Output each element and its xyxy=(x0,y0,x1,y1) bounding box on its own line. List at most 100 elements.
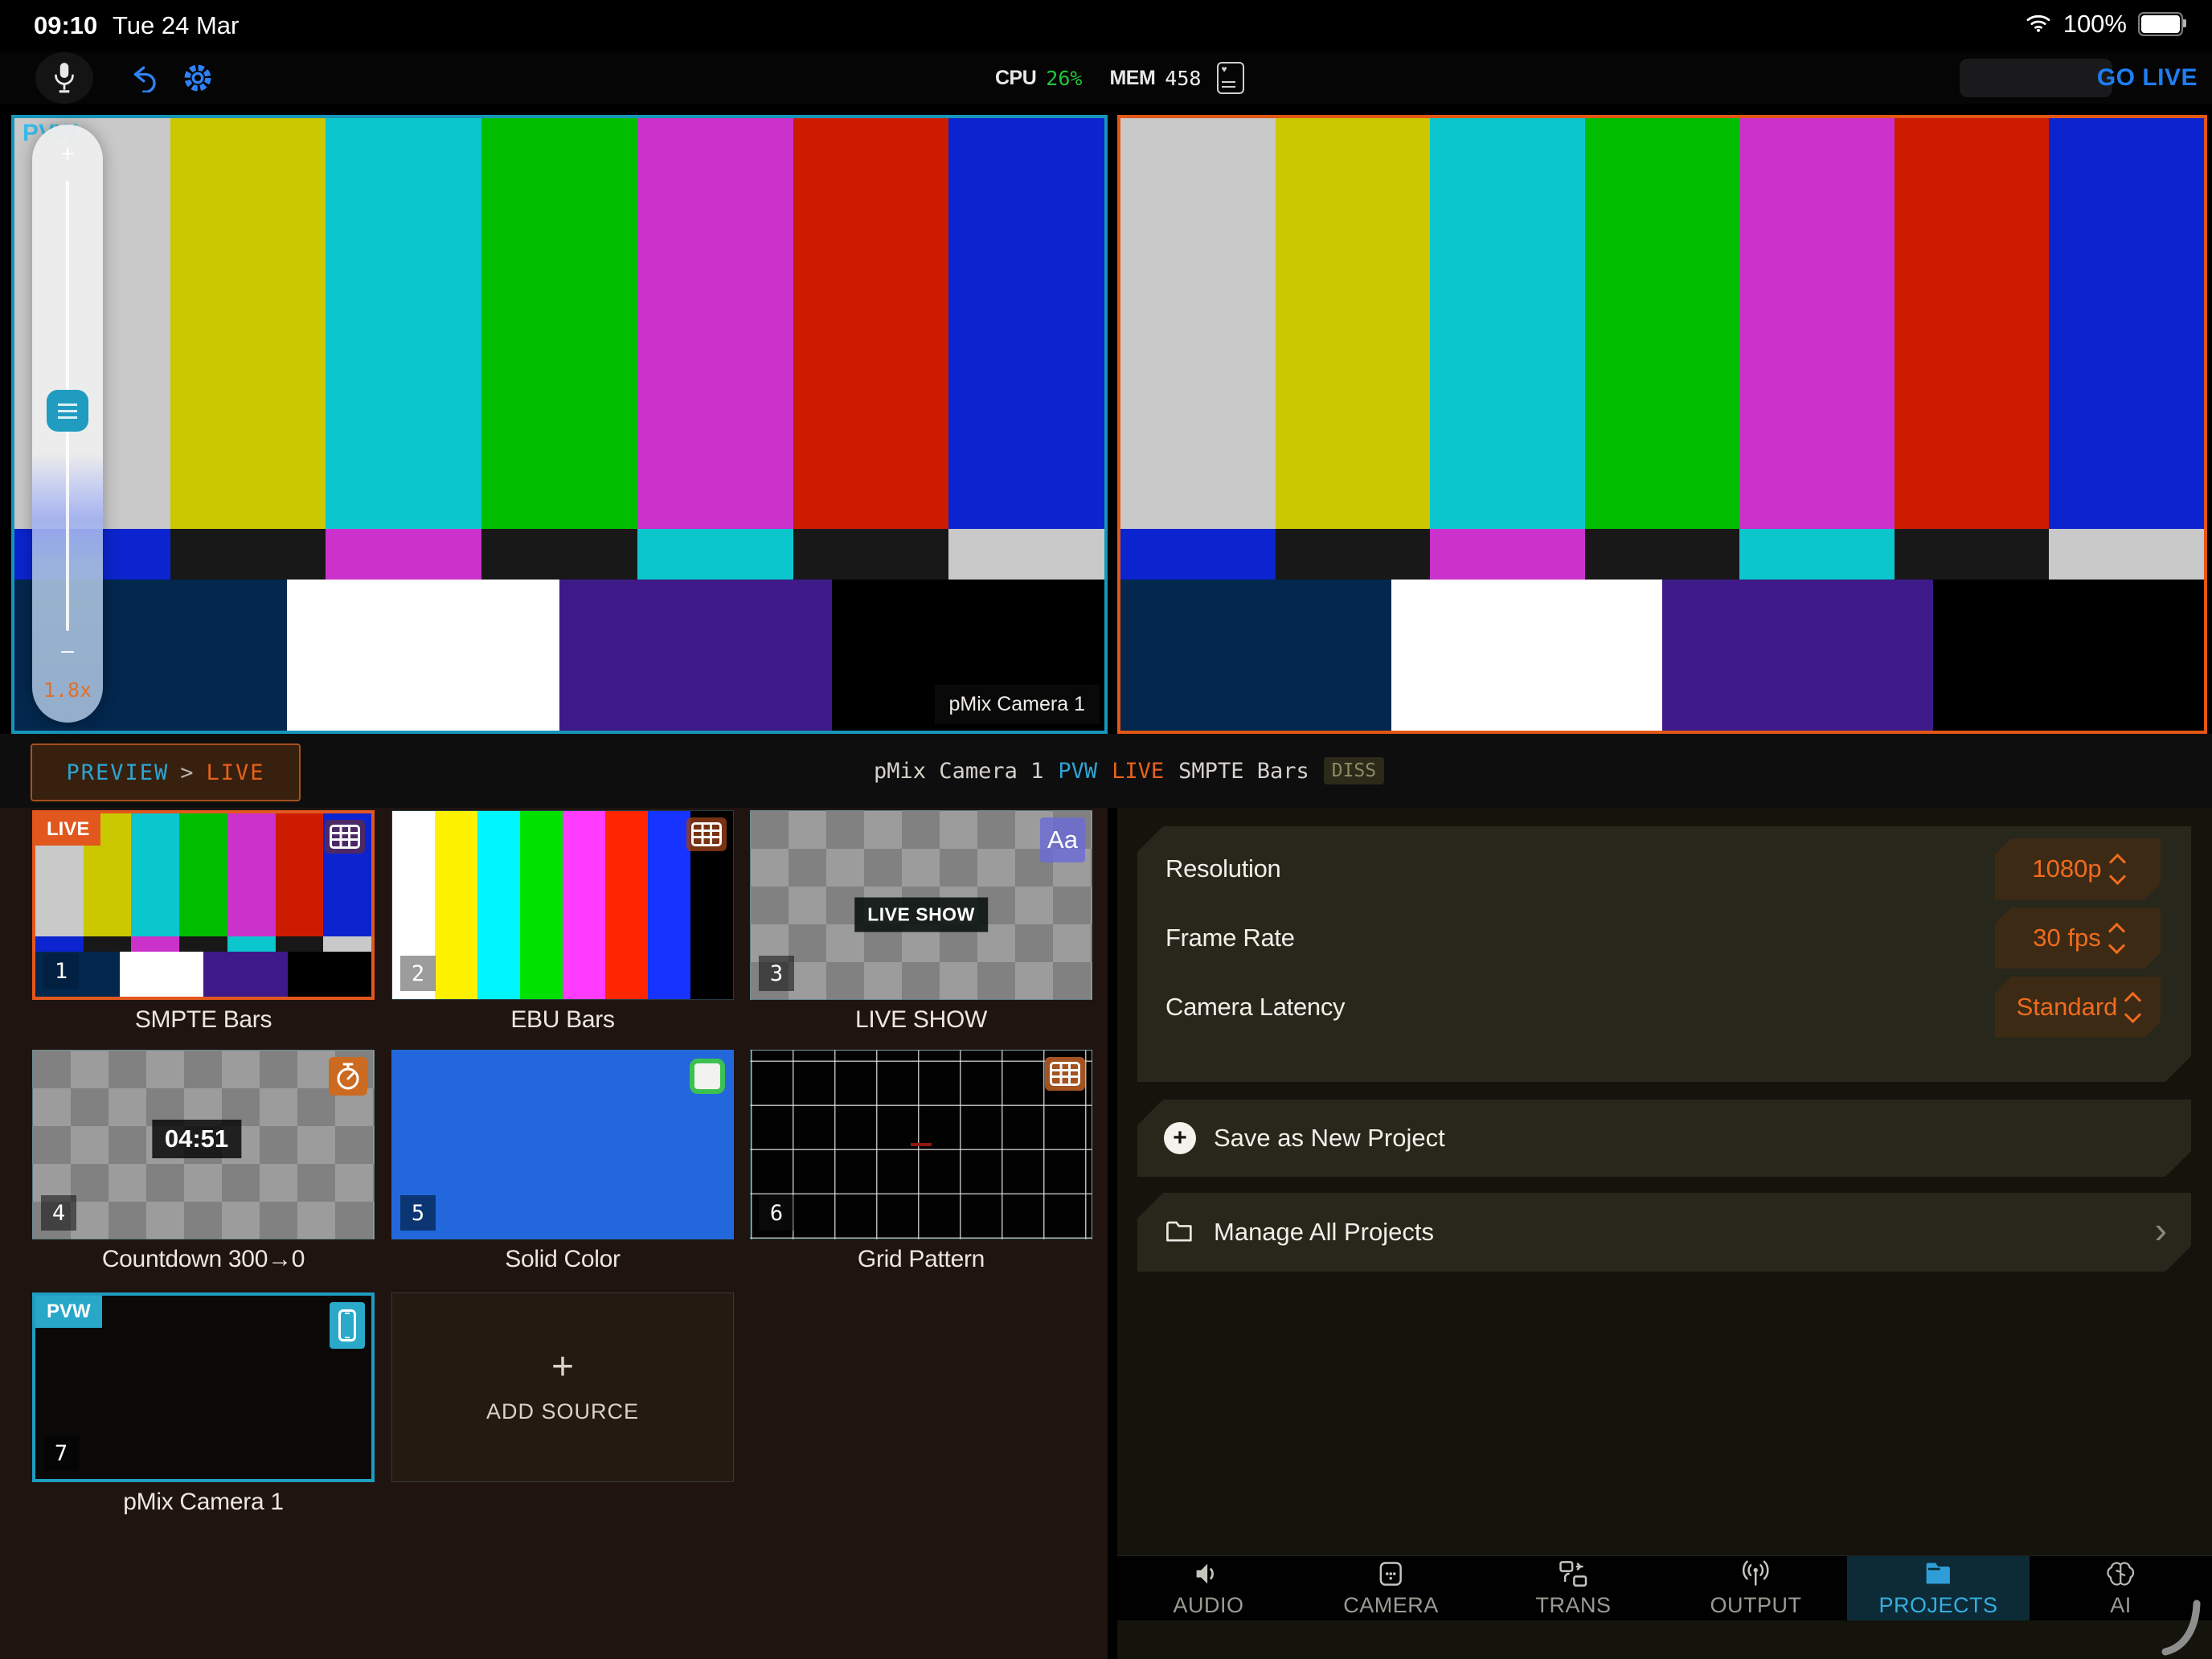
arrow-label: > xyxy=(180,760,195,785)
transition-icon xyxy=(1557,1559,1590,1588)
smpte-middle-bars xyxy=(1120,529,2204,580)
cpu-label: CPU xyxy=(995,67,1036,90)
frame-rate-label: Frame Rate xyxy=(1165,924,1295,952)
go-live-button[interactable]: GO LIVE xyxy=(2091,51,2204,104)
source-label: pMix Camera 1 xyxy=(32,1489,375,1516)
live-badge: LIVE xyxy=(35,813,100,846)
text-overlay: LIVE SHOW xyxy=(854,897,988,932)
frame-rate-select[interactable]: 30 fps xyxy=(1995,907,2161,969)
app-root: 09:10 Tue 24 Mar 100% xyxy=(0,0,2212,1659)
source-label: SMPTE Bars xyxy=(32,1006,375,1034)
preview-label: PREVIEW xyxy=(66,760,169,785)
source-label: LIVE SHOW xyxy=(750,1006,1092,1034)
color-swatch-icon xyxy=(690,1059,725,1094)
zoom-level-value: 1.8x xyxy=(32,678,103,702)
frame-rate-value: 30 fps xyxy=(2033,924,2100,952)
countdown-value: 04:51 xyxy=(152,1120,241,1158)
zoom-in-label: + xyxy=(32,141,103,168)
program-video xyxy=(1120,118,2204,731)
source-label: Countdown 300→0 xyxy=(32,1246,375,1273)
microphone-button[interactable] xyxy=(35,52,93,104)
folder-icon xyxy=(1164,1217,1196,1248)
mem-label: MEM xyxy=(1109,67,1155,90)
smpte-top-bars xyxy=(1120,118,2204,529)
source-label: Solid Color xyxy=(391,1246,734,1273)
camera-latency-value: Standard xyxy=(2017,993,2118,1022)
smpte-top-bars xyxy=(14,118,1104,529)
microphone-icon xyxy=(52,61,76,95)
project-settings-card: Resolution 1080p Frame Rate 30 fps Camer… xyxy=(1137,826,2191,1082)
tab-audio[interactable]: AUDIO xyxy=(1117,1556,1300,1620)
source-number: 4 xyxy=(41,1195,76,1231)
text-source-icon: Aa xyxy=(1040,817,1085,862)
program-monitor[interactable] xyxy=(1117,115,2207,734)
live-label: LIVE xyxy=(207,760,265,785)
corner-swoosh xyxy=(2159,1597,2204,1657)
camera-zoom-slider[interactable]: + – 1.8x xyxy=(32,125,103,723)
source-number: 5 xyxy=(400,1195,436,1231)
status-transition-badge[interactable]: DISS xyxy=(1324,757,1384,784)
test-pattern-icon xyxy=(1045,1057,1085,1091)
projects-panel: Resolution 1080p Frame Rate 30 fps Camer… xyxy=(1117,808,2212,1659)
camera-latency-select[interactable]: Standard xyxy=(1995,977,2161,1038)
stream-title-field[interactable] xyxy=(1960,59,2112,97)
clock-time: 09:10 xyxy=(34,11,97,40)
preview-source-label: pMix Camera 1 xyxy=(935,685,1100,724)
plus-icon: + xyxy=(551,1351,574,1383)
mixer-status-line: pMix Camera 1 PVW LIVE SMPTE Bars DISS xyxy=(874,734,1384,808)
status-pvw: PVW xyxy=(1058,759,1097,784)
save-as-new-project-button[interactable]: + Save as New Project xyxy=(1137,1100,2191,1177)
add-source-tile[interactable]: + ADD SOURCE xyxy=(391,1292,734,1482)
source-tile-solid-color[interactable]: 5 Solid Color xyxy=(391,1050,734,1273)
camera-latency-label: Camera Latency xyxy=(1165,993,1345,1022)
tab-camera[interactable]: CAMERA xyxy=(1300,1556,1482,1620)
preview-to-live-button[interactable]: PREVIEW > LIVE xyxy=(31,743,301,801)
resolution-select[interactable]: 1080p xyxy=(1995,838,2161,899)
zoom-out-label: – xyxy=(32,637,103,663)
status-source: pMix Camera 1 xyxy=(874,759,1043,784)
tab-projects[interactable]: PROJECTS xyxy=(1847,1556,2030,1620)
pvw-badge: PVW xyxy=(35,1296,102,1328)
source-label: Grid Pattern xyxy=(750,1246,1092,1273)
source-label: EBU Bars xyxy=(391,1006,734,1034)
source-tile-grid-pattern[interactable]: 6 Grid Pattern xyxy=(750,1050,1092,1273)
center-marker xyxy=(911,1143,932,1146)
preview-monitor[interactable]: PVW + – 1.8x pMix Camera 1 xyxy=(11,115,1108,734)
app-toolbar: CPU 26% MEM 458 ♥ GO LIVE xyxy=(0,51,2212,104)
save-label: Save as New Project xyxy=(1214,1124,1445,1153)
preview-video xyxy=(14,118,1104,731)
source-tile-ebu-bars[interactable]: 2 EBU Bars xyxy=(391,810,734,1034)
zoom-slider-handle[interactable] xyxy=(47,390,88,432)
add-source-label: ADD SOURCE xyxy=(486,1399,639,1424)
resolution-value: 1080p xyxy=(2032,854,2101,883)
tab-output[interactable]: OUTPUT xyxy=(1665,1556,1847,1620)
status-program: SMPTE Bars xyxy=(1178,759,1309,784)
resolution-label: Resolution xyxy=(1165,854,1280,883)
source-tile-live-show[interactable]: Aa LIVE SHOW 3 LIVE SHOW xyxy=(750,810,1092,1034)
test-pattern-icon xyxy=(325,820,365,854)
source-tile-pmix-camera[interactable]: PVW 7 pMix Camera 1 xyxy=(32,1292,375,1516)
settings-button[interactable] xyxy=(174,51,222,104)
projects-folder-icon xyxy=(1922,1559,1955,1588)
source-tile-countdown[interactable]: 04:51 4 Countdown 300→0 xyxy=(32,1050,375,1273)
undo-button[interactable] xyxy=(121,51,169,104)
source-tile-smpte-bars[interactable]: LIVE 1 SMPTE Bars xyxy=(32,810,375,1034)
manage-all-projects-button[interactable]: Manage All Projects › xyxy=(1137,1193,2191,1272)
camera-viewfinder-icon xyxy=(1374,1559,1407,1588)
source-number: 2 xyxy=(400,956,436,991)
smpte-bottom-bars xyxy=(1120,580,2204,731)
ai-brain-icon xyxy=(2104,1559,2137,1588)
log-icon[interactable]: ♥ xyxy=(1217,62,1244,94)
test-pattern-icon xyxy=(686,817,727,851)
gear-icon xyxy=(182,62,214,94)
bottom-tab-bar: AUDIO CAMERA TRANS xyxy=(1117,1555,2212,1620)
battery-icon xyxy=(2138,12,2183,36)
smpte-middle-bars xyxy=(14,529,1104,580)
battery-percent: 100% xyxy=(2063,10,2127,39)
tab-trans[interactable]: TRANS xyxy=(1482,1556,1665,1620)
speaker-icon xyxy=(1192,1559,1225,1588)
status-live: LIVE xyxy=(1112,759,1164,784)
status-bar: 09:10 Tue 24 Mar 100% xyxy=(0,0,2212,51)
phone-camera-icon xyxy=(330,1302,365,1349)
mem-value: 458 xyxy=(1165,67,1201,90)
